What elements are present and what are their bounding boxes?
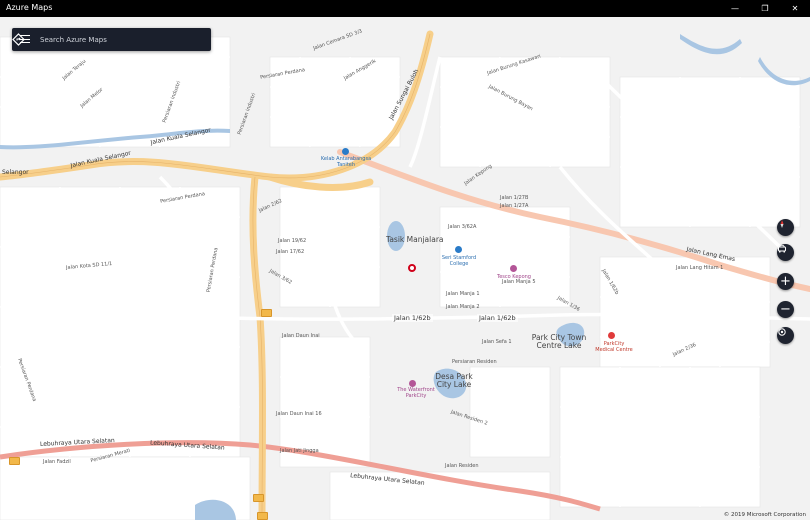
restore-button[interactable]: ❐ xyxy=(750,0,780,17)
hospital-icon[interactable] xyxy=(608,332,615,339)
road-label-selangor: Selangor xyxy=(2,169,29,176)
area-label-park-city-town: Park City Town Centre Lake xyxy=(531,333,587,350)
minimize-button[interactable]: — xyxy=(720,0,750,17)
poi-label-segi: Seri Stamford College xyxy=(441,255,477,267)
highway-shield-icon xyxy=(9,457,20,465)
window-title: Azure Maps xyxy=(6,3,53,12)
map-canvas[interactable]: Tasik Manjalara Desa Park City Lake Park… xyxy=(0,17,810,520)
traffic-icon xyxy=(778,245,786,253)
title-bar: Azure Maps — ❐ ✕ xyxy=(0,0,810,17)
road-label-jalan-manja-1: Jalan Manja 1 xyxy=(446,291,480,297)
location-pin-icon[interactable] xyxy=(408,264,416,272)
highway-shield-icon xyxy=(253,494,264,502)
road-label-persiaran-residen: Persiaran Residen xyxy=(452,359,497,365)
locate-button[interactable] xyxy=(777,327,794,344)
road-label-jalan-19-62: Jalan 19/62 xyxy=(278,238,307,244)
road-label-jalan-residen: Jalan Residen xyxy=(445,463,479,469)
road-label-jalan-manja-5: Jalan Manja 5 xyxy=(502,279,536,285)
compass-icon xyxy=(780,220,784,228)
close-button[interactable]: ✕ xyxy=(780,0,810,17)
search-input[interactable] xyxy=(40,32,190,47)
road-label-jalan-jati-jingga: Jalan Jati Jingga xyxy=(280,448,319,454)
school-icon[interactable] xyxy=(455,246,462,253)
road-label-jalan-daun-inai-16: Jalan Daun Inai 16 xyxy=(276,411,322,417)
building-icon[interactable] xyxy=(342,148,349,155)
road-label-jalan-daun-inai: Jalan Daun Inai xyxy=(282,333,320,339)
zoom-out-button[interactable]: − xyxy=(777,301,794,318)
road-label-jalan-lang-hitam: Jalan Lang Hitam 1 xyxy=(676,265,724,271)
traffic-button[interactable] xyxy=(777,244,794,261)
road-label-jalan-manja-2: Jalan Manja 2 xyxy=(446,304,480,310)
compass-button[interactable] xyxy=(777,219,794,236)
shopping-icon-waterfront[interactable] xyxy=(409,380,416,387)
road-label-jalan-1-27a: Jalan 1/27A xyxy=(500,203,529,209)
road-label-jalan-1-27b: Jalan 1/27B xyxy=(500,195,529,201)
poi-label-kelab: Kelab Antarabangsa Taniteh xyxy=(320,156,372,168)
area-label-tasik-manjalara: Tasik Manjalara xyxy=(386,235,444,244)
copyright-text: © 2019 Microsoft Corporation xyxy=(723,512,806,518)
road-label-jalan-1-62b: Jalan 1/62b xyxy=(392,314,433,322)
zoom-in-button[interactable]: + xyxy=(777,273,794,290)
highway-shield-icon xyxy=(257,512,268,520)
directions-icon[interactable] xyxy=(12,33,25,46)
road-label-jalan-fadzil: Jalan Fadzil xyxy=(43,459,71,465)
shopping-icon[interactable] xyxy=(510,265,517,272)
poi-label-parkcity-medical: ParkCity Medical Centre xyxy=(595,341,633,353)
road-label-jalan-17-62: Jalan 17/62 xyxy=(276,249,305,255)
highway-shield-icon xyxy=(261,309,272,317)
poi-label-waterfront: The Waterfront ParkCity xyxy=(397,387,435,399)
search-bar xyxy=(12,28,211,51)
road-label-jalan-1-62b-east: Jalan 1/62b xyxy=(477,314,518,322)
road-label-jalan-sefa: Jalan Sefa 1 xyxy=(482,339,512,345)
road-label-jalan-3-62a: Jalan 3/62A xyxy=(448,224,477,230)
locate-icon xyxy=(778,328,786,336)
